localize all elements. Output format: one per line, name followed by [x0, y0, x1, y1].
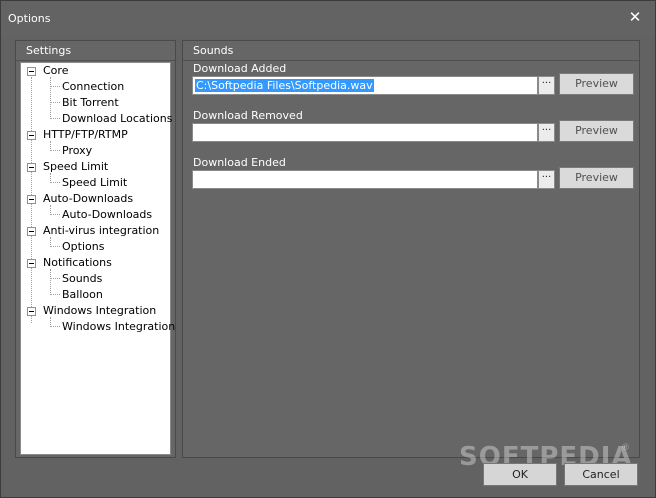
tree-item-windows-integration[interactable]: Windows Integration	[62, 319, 175, 335]
tree-item-balloon[interactable]: Balloon	[62, 287, 103, 303]
download-ended-label: Download Ended	[193, 156, 286, 169]
tree-item-connection[interactable]: Connection	[62, 79, 124, 95]
tree-item-auto-downloads[interactable]: Auto-Downloads	[62, 207, 152, 223]
collapse-icon[interactable]	[27, 131, 36, 140]
settings-tree: Core Connection Bit Torrent Download Loc…	[20, 62, 175, 455]
collapse-icon[interactable]	[27, 67, 36, 76]
tree-item-auto-downloads-group[interactable]: Auto-Downloads	[43, 191, 133, 207]
download-ended-input[interactable]	[192, 170, 538, 189]
tree-item-proxy[interactable]: Proxy	[62, 143, 92, 159]
tree-connector	[50, 102, 60, 103]
tree-connector	[50, 182, 60, 183]
collapse-icon[interactable]	[27, 307, 36, 316]
tree-connector	[50, 246, 60, 247]
download-ended-browse-button[interactable]: ···	[538, 170, 555, 189]
tree-item-speed-limit[interactable]: Speed Limit	[62, 175, 127, 191]
collapse-icon[interactable]	[27, 195, 36, 204]
tree-connector	[50, 269, 51, 295]
tree-item-notifications[interactable]: Notifications	[43, 255, 112, 271]
cancel-button[interactable]: Cancel	[564, 463, 638, 486]
download-removed-preview-button[interactable]: Preview	[559, 120, 634, 142]
window-title: Options	[8, 12, 51, 25]
tree-item-antivirus[interactable]: Anti-virus integration	[43, 223, 159, 239]
download-added-preview-button[interactable]: Preview	[559, 73, 634, 95]
close-icon[interactable]: ✕	[627, 9, 643, 25]
watermark-registered-mark: ®	[621, 443, 630, 453]
tree-connector	[50, 278, 60, 279]
tree-item-sounds[interactable]: Sounds	[62, 271, 102, 287]
tree-item-core[interactable]: Core	[43, 63, 68, 79]
tree-item-bit-torrent[interactable]: Bit Torrent	[62, 95, 119, 111]
download-removed-input[interactable]	[192, 123, 538, 142]
collapse-icon[interactable]	[27, 163, 36, 172]
title-bar: Options ✕	[1, 1, 655, 35]
download-added-value: C:\Softpedia Files\Softpedia.wav	[195, 79, 374, 92]
sounds-header: Sounds	[183, 41, 639, 61]
download-ended-preview-button[interactable]: Preview	[559, 167, 634, 189]
tree-item-windows-integration-group[interactable]: Windows Integration	[43, 303, 156, 319]
tree-item-antivirus-options[interactable]: Options	[62, 239, 104, 255]
tree-connector	[50, 150, 60, 151]
tree-item-http-ftp-rtmp[interactable]: HTTP/FTP/RTMP	[43, 127, 128, 143]
collapse-icon[interactable]	[27, 259, 36, 268]
settings-panel: Settings Core Connection Bit Torrent Dow…	[15, 40, 176, 458]
tree-item-download-locations[interactable]: Download Locations	[62, 111, 172, 127]
tree-connector	[50, 118, 60, 119]
download-removed-browse-button[interactable]: ···	[538, 123, 555, 142]
tree-connector	[50, 326, 60, 327]
ok-button[interactable]: OK	[483, 463, 557, 486]
download-added-input[interactable]: C:\Softpedia Files\Softpedia.wav	[192, 76, 538, 95]
download-removed-label: Download Removed	[193, 109, 303, 122]
tree-connector	[50, 77, 51, 117]
tree-connector	[50, 214, 60, 215]
tree-connector	[50, 86, 60, 87]
tree-connector	[50, 294, 60, 295]
options-window: Options ✕ Settings Core Connection Bit T…	[0, 0, 656, 498]
sounds-panel: Sounds Download Added C:\Softpedia Files…	[182, 40, 640, 458]
tree-item-speed-limit-group[interactable]: Speed Limit	[43, 159, 108, 175]
collapse-icon[interactable]	[27, 227, 36, 236]
download-added-browse-button[interactable]: ···	[538, 76, 555, 95]
settings-header: Settings	[16, 41, 175, 61]
download-added-label: Download Added	[193, 62, 287, 75]
